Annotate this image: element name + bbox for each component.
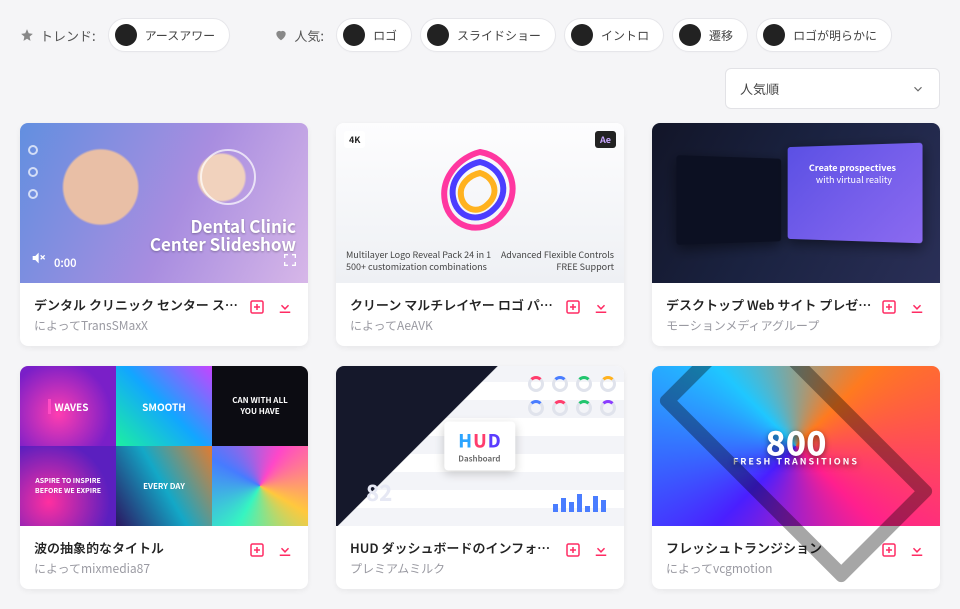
preview-caption: with virtual reality (816, 173, 892, 186)
sort-dropdown[interactable]: 人気順 (725, 68, 940, 109)
download-button[interactable] (592, 540, 610, 558)
fullscreen-icon[interactable] (282, 249, 298, 273)
preview-heading: 800 FRESH TRANSITIONS (733, 427, 859, 466)
chip-intro[interactable]: イントロ (564, 18, 664, 52)
heart-icon (274, 28, 288, 42)
item-preview[interactable]: 800 FRESH TRANSITIONS (652, 366, 940, 526)
preview-time: 0:00 (54, 255, 77, 271)
results-grid: Dental Clinic Center Slideshow 0:00 デンタル… (0, 123, 960, 609)
chip-thumb-icon (679, 24, 701, 46)
add-to-collection-button[interactable] (248, 297, 266, 315)
item-byline[interactable]: によってAeAVK (350, 317, 556, 334)
decor-icon (200, 149, 256, 205)
download-button[interactable] (276, 297, 294, 315)
chip-label: スライドショー (457, 27, 541, 44)
chip-transitions[interactable]: 遷移 (672, 18, 748, 52)
item-byline[interactable]: プレミアムミルク (350, 560, 556, 577)
star-icon (20, 28, 34, 42)
item-title[interactable]: デスクトップ Web サイト プレゼンテ... (666, 295, 872, 314)
preview-caption: FREE Support (556, 260, 614, 273)
sort-row: 人気順 (0, 62, 960, 123)
chevron-down-icon (911, 82, 925, 96)
filter-bar: トレンド: アースアワー 人気: ロゴ スライドショー イントロ 遷移 ロゴが明… (0, 0, 960, 62)
item-title[interactable]: HUD ダッシュボードのインフォグラ... (350, 538, 556, 557)
donut-row-icon (528, 376, 616, 416)
chip-label: イントロ (601, 27, 649, 44)
item-meta: HUD ダッシュボードのインフォグラ... プレミアムミルク (336, 526, 624, 589)
preview-caption: 500+ customization combinations (346, 260, 487, 273)
preview-caption: ASPIRE TO INSPIRE BEFORE WE EXPIRE (35, 476, 101, 496)
item-card[interactable]: 4K Ae Multilayer Logo Reveal Pack 24 in … (336, 123, 624, 346)
chip-thumb-icon (763, 24, 785, 46)
download-button[interactable] (276, 540, 294, 558)
item-preview[interactable]: 4K Ae Multilayer Logo Reveal Pack 24 in … (336, 123, 624, 283)
preview-caption: WAVES (48, 399, 89, 414)
item-meta: デンタル クリニック センター スライ... によってTransSMaxX (20, 283, 308, 346)
popular-label: 人気: (274, 26, 328, 45)
sort-selected-label: 人気順 (740, 79, 779, 98)
add-to-collection-button[interactable] (564, 540, 582, 558)
item-byline[interactable]: によってTransSMaxX (34, 317, 240, 334)
add-to-collection-button[interactable] (880, 297, 898, 315)
chip-label: 遷移 (709, 27, 733, 44)
item-card[interactable]: Dental Clinic Center Slideshow 0:00 デンタル… (20, 123, 308, 346)
decor-icon (28, 145, 38, 155)
badge-4k: 4K (344, 131, 365, 148)
badge-ae: Ae (595, 131, 616, 148)
add-to-collection-button[interactable] (248, 540, 266, 558)
decor-icon (28, 167, 38, 177)
preview-heading: Dental Clinic Center Slideshow (150, 217, 296, 253)
item-preview[interactable]: Create prospectives with virtual reality (652, 123, 940, 283)
chip-label: アースアワー (145, 27, 216, 44)
popular-label-text: 人気: (294, 26, 324, 45)
mosaic-icon: WAVES SMOOTH CAN WITH ALL YOU HAVE ASPIR… (20, 366, 308, 526)
item-meta: クリーン マルチレイヤー ロゴ パック によってAeAVK (336, 283, 624, 346)
item-title[interactable]: クリーン マルチレイヤー ロゴ パック (350, 295, 556, 314)
mute-icon[interactable] (30, 247, 46, 271)
item-byline[interactable]: によってmixmedia87 (34, 560, 240, 577)
chip-label: ロゴが明らかに (793, 27, 877, 44)
item-preview[interactable]: Dental Clinic Center Slideshow 0:00 (20, 123, 308, 283)
preview-caption: 82 (366, 476, 392, 508)
preview-caption: CAN WITH ALL YOU HAVE (232, 395, 287, 417)
logo-swirl-icon (430, 147, 530, 247)
bar-row-icon (553, 494, 606, 512)
hud-brand-badge: HUD Dashboard (444, 422, 515, 471)
chip-thumb-icon (427, 24, 449, 46)
item-card[interactable]: WAVES SMOOTH CAN WITH ALL YOU HAVE ASPIR… (20, 366, 308, 589)
item-card[interactable]: Create prospectives with virtual reality… (652, 123, 940, 346)
decor-icon (28, 189, 38, 199)
download-button[interactable] (592, 297, 610, 315)
download-button[interactable] (908, 540, 926, 558)
item-card[interactable]: 800 FRESH TRANSITIONS フレッシュトランジション によってv… (652, 366, 940, 589)
trending-label-text: トレンド: (40, 26, 96, 45)
download-button[interactable] (908, 297, 926, 315)
trending-label: トレンド: (20, 26, 100, 45)
preview-caption: EVERY DAY (143, 481, 185, 492)
item-card[interactable]: 82 HUD Dashboard HUD ダッシュボードのインフォグラ... プ… (336, 366, 624, 589)
mockup-light-icon (788, 143, 923, 244)
chip-thumb-icon (571, 24, 593, 46)
item-preview[interactable]: 82 HUD Dashboard (336, 366, 624, 526)
item-title[interactable]: 波の抽象的なタイトル (34, 538, 240, 557)
item-byline[interactable]: モーションメディアグループ (666, 317, 872, 334)
chip-slideshow[interactable]: スライドショー (420, 18, 556, 52)
item-preview[interactable]: WAVES SMOOTH CAN WITH ALL YOU HAVE ASPIR… (20, 366, 308, 526)
item-meta: 波の抽象的なタイトル によってmixmedia87 (20, 526, 308, 589)
add-to-collection-button[interactable] (564, 297, 582, 315)
item-meta: デスクトップ Web サイト プレゼンテ... モーションメディアグループ (652, 283, 940, 346)
item-title[interactable]: デンタル クリニック センター スライ... (34, 295, 240, 314)
chip-thumb-icon (115, 24, 137, 46)
preview-caption: SMOOTH (142, 399, 186, 414)
mockup-dark-icon (676, 155, 781, 245)
chip-logo-reveal[interactable]: ロゴが明らかに (756, 18, 892, 52)
chip-logo[interactable]: ロゴ (336, 18, 412, 52)
chip-thumb-icon (343, 24, 365, 46)
chip-earth-hour[interactable]: アースアワー (108, 18, 231, 52)
chip-label: ロゴ (373, 27, 397, 44)
